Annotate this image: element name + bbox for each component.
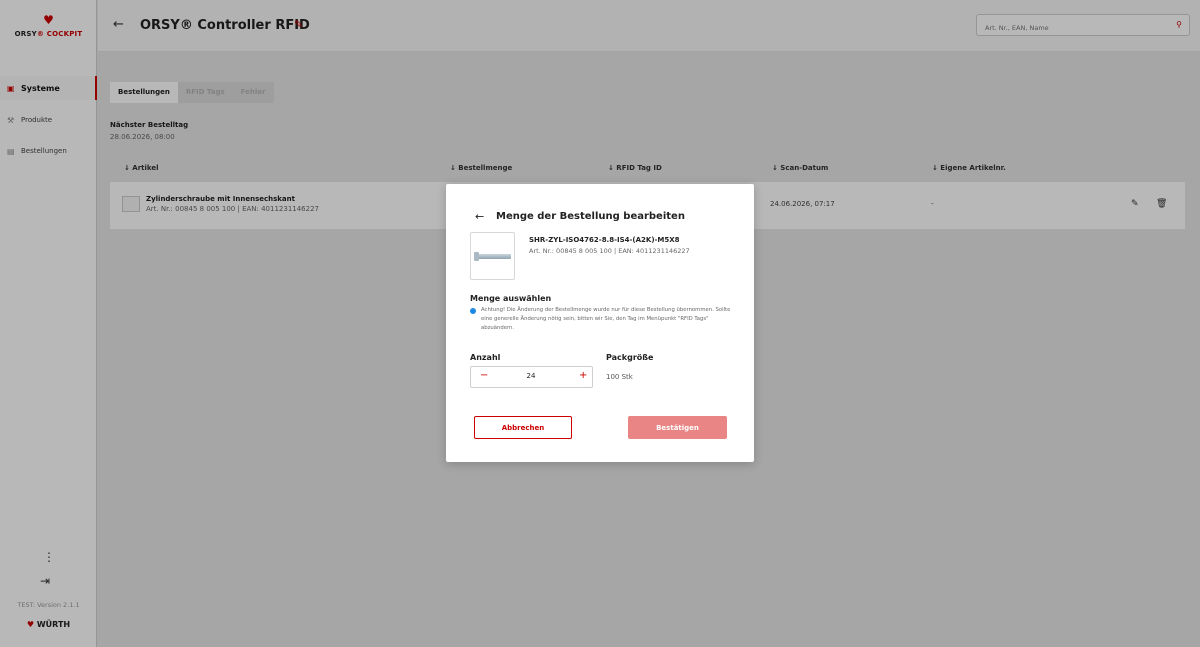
plus-icon[interactable]: +: [579, 370, 587, 381]
info-note: Achtung! Die Änderung der Bestellmenge w…: [481, 307, 731, 331]
quantity-stepper: − 24 +: [470, 366, 593, 388]
back-arrow-icon[interactable]: ←: [475, 210, 484, 223]
product-sku: SHR-ZYL-ISO4762-8.8-IS4-(A2K)-M5X8: [529, 236, 680, 244]
product-image: [470, 232, 515, 280]
edit-quantity-dialog: ← Menge der Bestellung bearbeiten SHR-ZY…: [446, 184, 754, 462]
pack-size-label: Packgröße: [606, 353, 654, 362]
screw-image: [475, 254, 511, 259]
pack-size-value: 100 Stk: [606, 373, 633, 381]
product-article-info: Art. Nr.: 00845 8 005 100 | EAN: 4011231…: [529, 247, 690, 255]
confirm-button[interactable]: Bestätigen: [628, 416, 727, 439]
quantity-input[interactable]: 24: [516, 372, 546, 380]
section-title: Menge auswählen: [470, 294, 552, 303]
cancel-button[interactable]: Abbrechen: [474, 416, 572, 439]
minus-icon[interactable]: −: [480, 370, 488, 381]
dialog-title: Menge der Bestellung bearbeiten: [496, 211, 685, 222]
quantity-label: Anzahl: [470, 353, 501, 362]
info-icon: [470, 308, 476, 314]
